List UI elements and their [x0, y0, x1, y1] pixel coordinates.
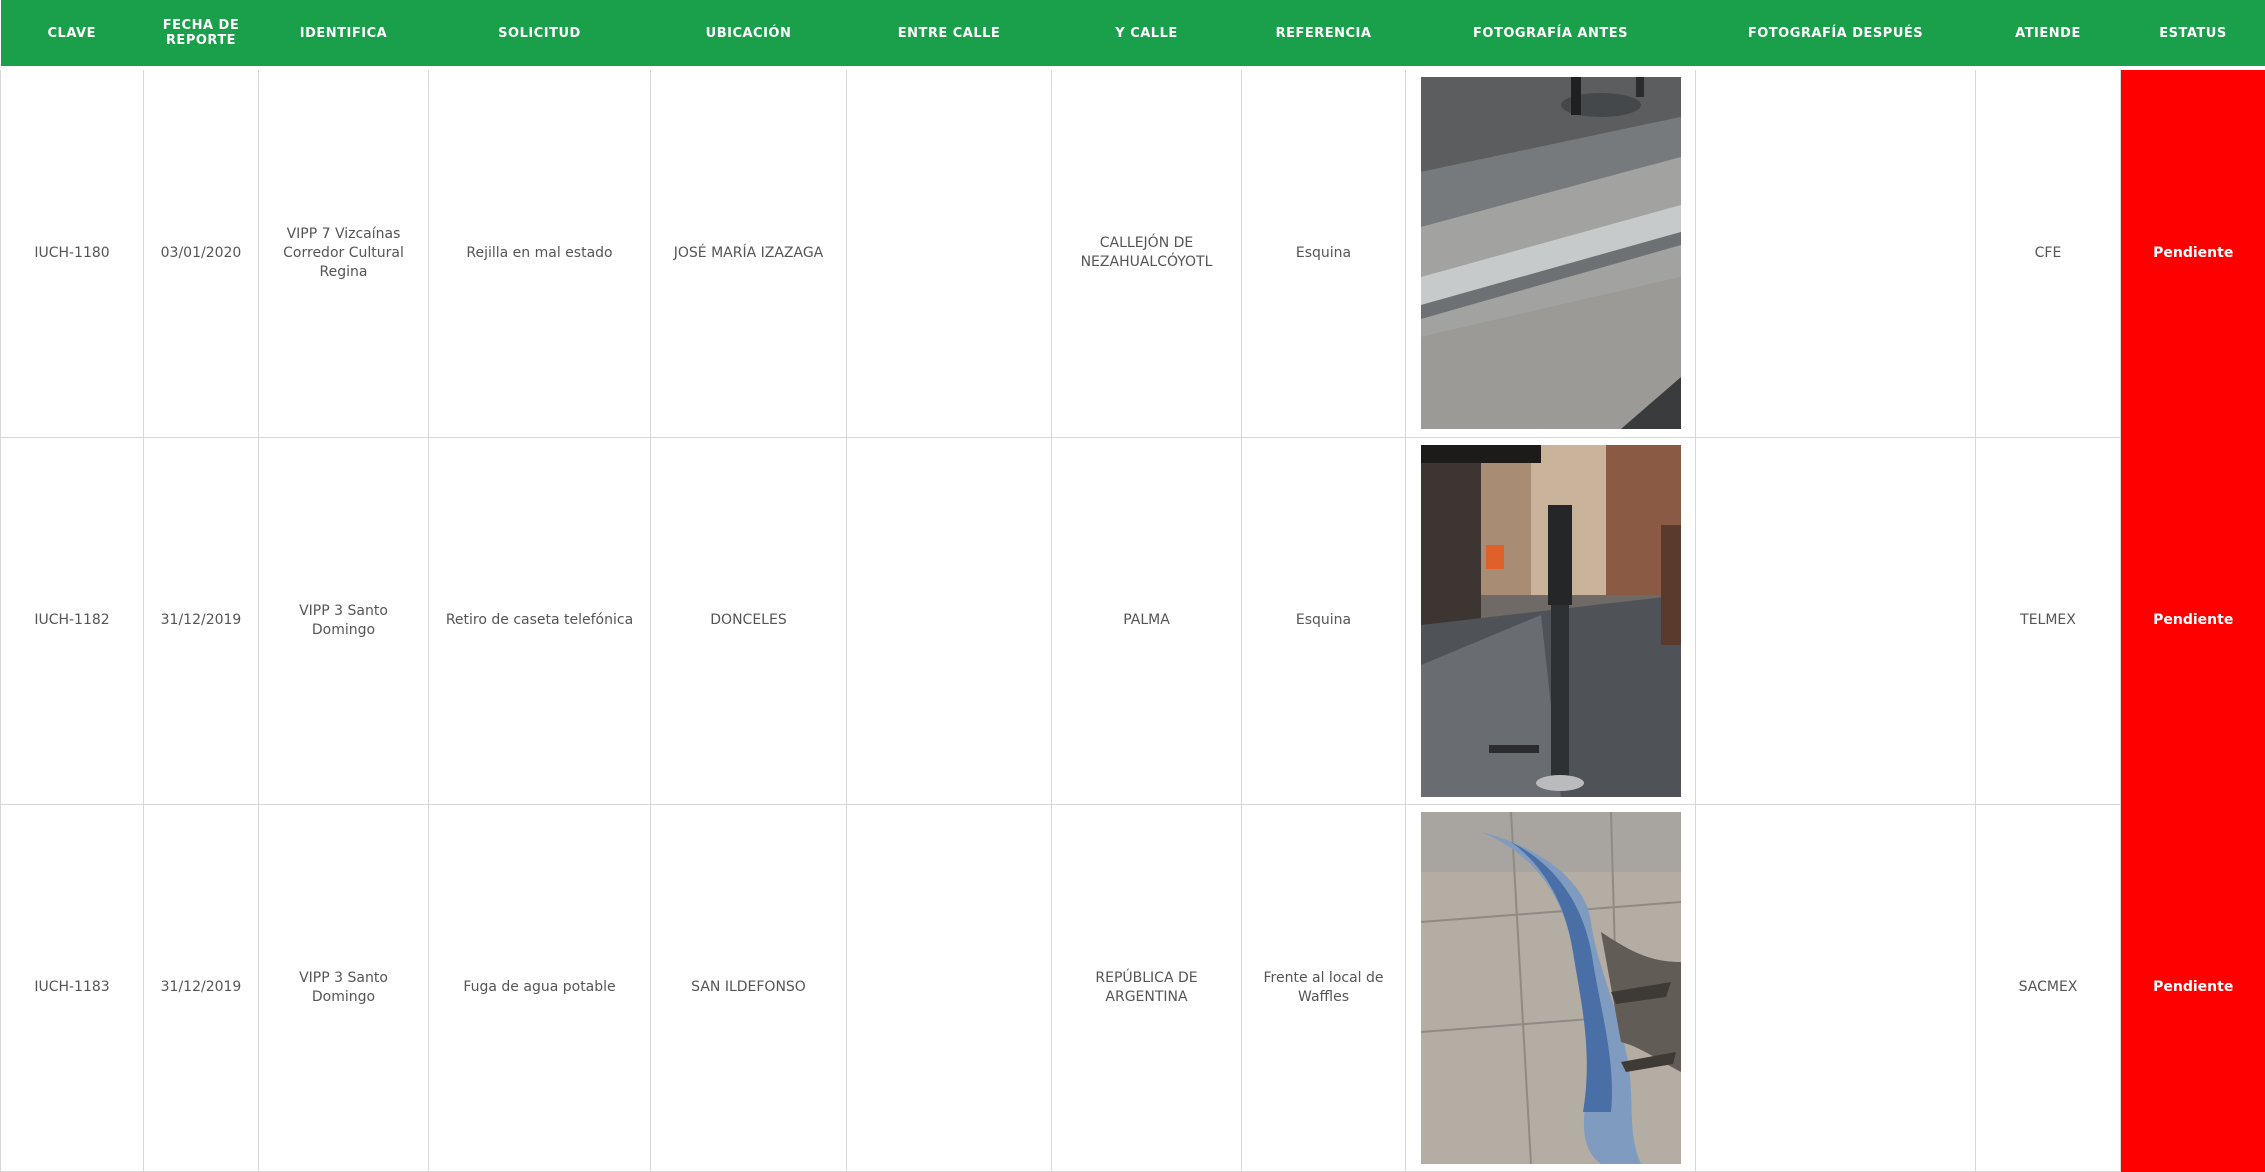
status-badge: Pendiente [2121, 70, 2265, 437]
cell-atiende: CFE [1976, 70, 2121, 437]
cell-entre-calle [847, 70, 1052, 437]
table-row[interactable]: IUCH-1182 31/12/2019 VIPP 3 Santo Doming… [1, 437, 2265, 804]
cell-foto-despues [1696, 804, 1976, 1171]
cell-clave: IUCH-1180 [1, 70, 144, 437]
header-ubicacion[interactable]: UBICACIÓN [651, 0, 847, 66]
cell-y-calle: CALLEJÓN DE NEZAHUALCÓYOTL [1052, 70, 1242, 437]
cell-y-calle: REPÚBLICA DE ARGENTINA [1052, 804, 1242, 1171]
report-table: CLAVE FECHA DE REPORTE IDENTIFICA SOLICI… [0, 0, 2265, 1172]
cell-foto-despues [1696, 70, 1976, 437]
cell-foto-despues [1696, 437, 1976, 804]
header-fotografia-antes[interactable]: FOTOGRAFÍA ANTES [1406, 0, 1696, 66]
table-row[interactable]: IUCH-1180 03/01/2020 VIPP 7 Vizcaínas Co… [1, 70, 2265, 437]
cell-fecha: 03/01/2020 [144, 70, 259, 437]
cell-clave: IUCH-1182 [1, 437, 144, 804]
cell-referencia: Esquina [1242, 437, 1406, 804]
photo-water-leak-image [1421, 812, 1681, 1164]
cell-identifica: VIPP 3 Santo Domingo [259, 804, 429, 1171]
report-table-container: CLAVE FECHA DE REPORTE IDENTIFICA SOLICI… [0, 0, 2265, 1169]
cell-ubicacion: DONCELES [651, 437, 847, 804]
header-estatus[interactable]: ESTATUS [2121, 0, 2265, 66]
cell-solicitud: Fuga de agua potable [429, 804, 651, 1171]
photo-sidewalk-grate[interactable] [1421, 77, 1681, 429]
header-referencia[interactable]: REFERENCIA [1242, 0, 1406, 66]
header-entre-calle[interactable]: ENTRE CALLE [847, 0, 1052, 66]
cell-solicitud: Rejilla en mal estado [429, 70, 651, 437]
header-solicitud[interactable]: SOLICITUD [429, 0, 651, 66]
cell-atiende: SACMEX [1976, 804, 2121, 1171]
cell-foto-antes [1406, 70, 1696, 437]
cell-clave: IUCH-1183 [1, 804, 144, 1171]
header-fotografia-despues[interactable]: FOTOGRAFÍA DESPUÉS [1696, 0, 1976, 66]
header-identifica[interactable]: IDENTIFICA [259, 0, 429, 66]
header-fecha-reporte[interactable]: FECHA DE REPORTE [144, 0, 259, 66]
cell-identifica: VIPP 3 Santo Domingo [259, 437, 429, 804]
photo-sidewalk-grate-image [1421, 77, 1681, 429]
photo-street-post-image [1421, 445, 1681, 797]
cell-ubicacion: SAN ILDEFONSO [651, 804, 847, 1171]
cell-fecha: 31/12/2019 [144, 437, 259, 804]
cell-identifica: VIPP 7 Vizcaínas Corredor Cultural Regin… [259, 70, 429, 437]
cell-y-calle: PALMA [1052, 437, 1242, 804]
cell-referencia: Frente al local de Waffles [1242, 804, 1406, 1171]
cell-ubicacion: JOSÉ MARÍA IZAZAGA [651, 70, 847, 437]
status-badge: Pendiente [2121, 804, 2265, 1171]
cell-foto-antes [1406, 804, 1696, 1171]
header-row: CLAVE FECHA DE REPORTE IDENTIFICA SOLICI… [1, 0, 2265, 66]
table-row[interactable]: IUCH-1183 31/12/2019 VIPP 3 Santo Doming… [1, 804, 2265, 1171]
cell-referencia: Esquina [1242, 70, 1406, 437]
cell-entre-calle [847, 804, 1052, 1171]
status-badge: Pendiente [2121, 437, 2265, 804]
header-clave[interactable]: CLAVE [1, 0, 144, 66]
cell-atiende: TELMEX [1976, 437, 2121, 804]
cell-fecha: 31/12/2019 [144, 804, 259, 1171]
photo-water-leak[interactable] [1421, 812, 1681, 1164]
cell-solicitud: Retiro de caseta telefónica [429, 437, 651, 804]
header-atiende[interactable]: ATIENDE [1976, 0, 2121, 66]
photo-street-post[interactable] [1421, 445, 1681, 797]
cell-entre-calle [847, 437, 1052, 804]
cell-foto-antes [1406, 437, 1696, 804]
header-y-calle[interactable]: Y CALLE [1052, 0, 1242, 66]
